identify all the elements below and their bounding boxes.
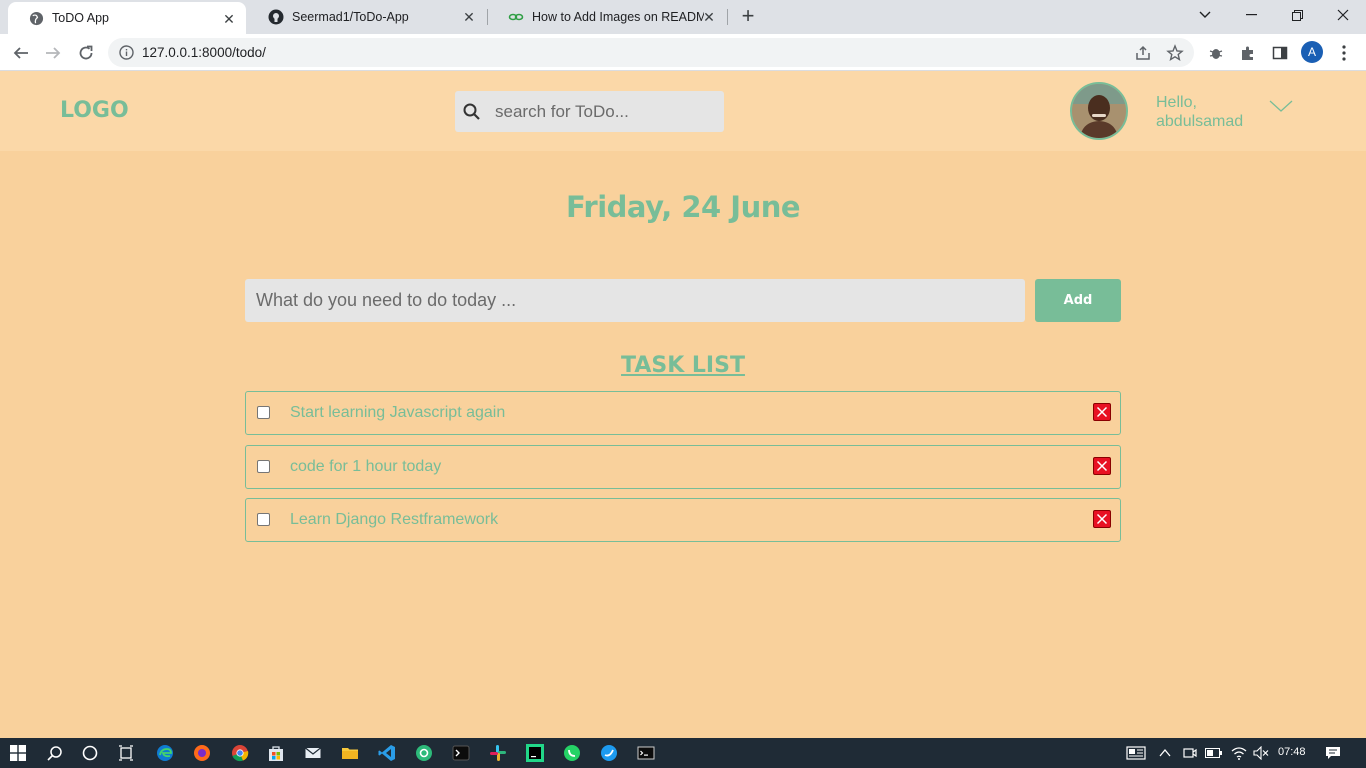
forward-button[interactable]	[40, 40, 66, 66]
search-icon	[462, 102, 482, 122]
task-item: Learn Django Restframework	[245, 498, 1121, 542]
chevron-down-icon[interactable]	[1269, 100, 1293, 116]
task-view-icon[interactable]	[116, 743, 136, 763]
user-greeting[interactable]: Hello, abdulsamad	[1156, 93, 1243, 131]
logo[interactable]: LOGO	[60, 98, 129, 123]
tab-label: ToDO App	[52, 11, 109, 25]
greeting-username: abdulsamad	[1156, 113, 1244, 130]
close-window-button[interactable]	[1320, 0, 1366, 30]
greeting-hello: Hello,	[1156, 94, 1197, 111]
tab-search-icon[interactable]	[1182, 0, 1228, 30]
search-input[interactable]	[495, 91, 715, 132]
tab-readme[interactable]: How to Add Images on README ✕	[488, 0, 726, 34]
close-tab-icon[interactable]: ✕	[460, 8, 478, 26]
cmd-icon[interactable]	[636, 743, 656, 763]
windows-taskbar: 07:48	[0, 738, 1366, 768]
globe-icon	[28, 10, 44, 26]
task-checkbox[interactable]	[257, 406, 270, 419]
cortana-icon[interactable]	[80, 743, 100, 763]
new-tab-button[interactable]: +	[736, 5, 760, 29]
bug-extension-icon[interactable]	[1206, 43, 1226, 63]
back-button[interactable]	[8, 40, 34, 66]
notifications-icon[interactable]	[1323, 743, 1343, 763]
store-icon[interactable]	[266, 743, 286, 763]
page-title-date: Friday, 24 June	[565, 190, 801, 224]
task-item: Start learning Javascript again	[245, 391, 1121, 435]
search-box[interactable]	[455, 91, 724, 132]
delete-task-icon[interactable]	[1093, 510, 1111, 528]
task-item: code for 1 hour today	[245, 445, 1121, 489]
new-task-input[interactable]	[245, 279, 1025, 322]
vscode-icon[interactable]	[377, 743, 397, 763]
edge-icon[interactable]	[155, 743, 175, 763]
clock-time[interactable]: 07:48	[1278, 746, 1306, 758]
task-label[interactable]: Learn Django Restframework	[290, 511, 498, 529]
app-icon-green[interactable]	[414, 743, 434, 763]
tab-separator	[727, 9, 728, 25]
delete-task-icon[interactable]	[1093, 403, 1111, 421]
terminal-icon[interactable]	[451, 743, 471, 763]
add-task-button[interactable]: Add	[1035, 279, 1121, 322]
user-avatar[interactable]	[1070, 82, 1128, 140]
bookmark-star-icon[interactable]	[1166, 44, 1184, 62]
tab-label: Seermad1/ToDo-App	[292, 10, 409, 24]
firefox-icon[interactable]	[192, 743, 212, 763]
site-info-icon[interactable]	[119, 45, 134, 60]
share-icon[interactable]	[1134, 44, 1152, 62]
tab-label: How to Add Images on README	[532, 10, 704, 24]
task-label[interactable]: Start learning Javascript again	[290, 404, 505, 422]
url-text: 127.0.0.1:8000/todo/	[142, 45, 266, 60]
tab-github[interactable]: Seermad1/ToDo-App ✕	[248, 0, 486, 34]
browser-toolbar: 127.0.0.1:8000/todo/	[0, 34, 1366, 71]
meet-now-icon[interactable]	[1180, 743, 1200, 763]
pycharm-icon[interactable]	[525, 743, 545, 763]
github-icon	[268, 9, 284, 25]
link-icon	[508, 9, 524, 25]
task-checkbox[interactable]	[257, 460, 270, 473]
news-widget-icon[interactable]	[1125, 743, 1147, 763]
task-label[interactable]: code for 1 hour today	[290, 458, 441, 476]
restore-button[interactable]	[1274, 0, 1320, 30]
side-panel-icon[interactable]	[1270, 43, 1290, 63]
search-icon[interactable]	[45, 743, 65, 763]
twitter-icon[interactable]	[599, 743, 619, 763]
close-tab-icon[interactable]: ✕	[220, 10, 238, 28]
reload-button[interactable]	[73, 40, 99, 66]
chrome-icon[interactable]	[230, 743, 250, 763]
menu-kebab-icon[interactable]	[1334, 43, 1354, 63]
battery-icon[interactable]	[1204, 743, 1224, 763]
minimize-button[interactable]	[1228, 0, 1274, 30]
windows-start-icon[interactable]	[8, 743, 28, 763]
mail-icon[interactable]	[303, 743, 323, 763]
browser-tab-bar: ToDO App ✕ Seermad1/ToDo-App ✕ How to Ad…	[0, 0, 1366, 34]
profile-avatar[interactable]: A	[1301, 41, 1323, 63]
chevron-up-icon[interactable]	[1155, 743, 1175, 763]
task-list-heading: TASK LIST	[621, 353, 745, 378]
extensions-puzzle-icon[interactable]	[1238, 43, 1258, 63]
delete-task-icon[interactable]	[1093, 457, 1111, 475]
tab-todo-app[interactable]: ToDO App ✕	[8, 2, 246, 34]
volume-muted-icon[interactable]	[1251, 743, 1271, 763]
wifi-icon[interactable]	[1229, 743, 1249, 763]
whatsapp-icon[interactable]	[562, 743, 582, 763]
address-bar[interactable]: 127.0.0.1:8000/todo/	[108, 38, 1194, 67]
task-checkbox[interactable]	[257, 513, 270, 526]
slack-icon[interactable]	[488, 743, 508, 763]
app-header: LOGO Hello, abdulsamad	[0, 71, 1366, 151]
file-explorer-icon[interactable]	[340, 743, 360, 763]
close-tab-icon[interactable]: ✕	[700, 8, 718, 26]
